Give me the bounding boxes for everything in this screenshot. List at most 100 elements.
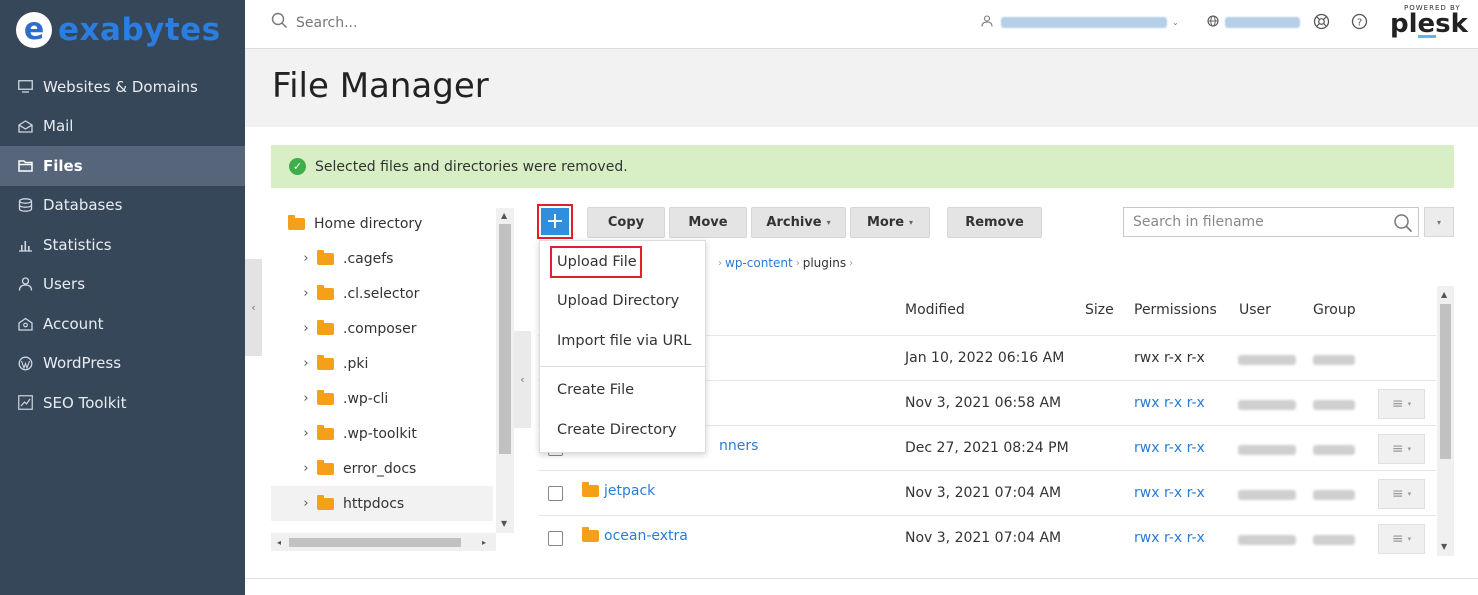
chevron-down-icon: ▾ [909,218,914,227]
scroll-up-icon[interactable]: ▲ [501,211,507,220]
column-header-modified[interactable]: Modified [905,302,965,318]
folder-icon [317,424,334,440]
scroll-left-icon[interactable]: ◂ [277,538,281,547]
sidebar-item-wordpress[interactable]: WordPress [0,344,245,384]
folder-icon [288,214,305,230]
sidebar-item-mail[interactable]: Mail [0,107,245,147]
folder-icon [317,389,334,405]
help-icon[interactable]: ? [1351,13,1368,34]
global-search[interactable]: Search... [271,12,357,33]
tree-item-selected[interactable]: › httpdocs [271,486,493,521]
tree-item-label: .cagefs [343,250,394,267]
tree-item[interactable]: › error_docs [271,451,493,486]
scroll-down-icon[interactable]: ▼ [501,519,507,528]
row-checkbox[interactable] [548,486,563,501]
sidebar-item-databases[interactable]: Databases [0,186,245,226]
sidebar-collapse-handle[interactable]: ‹ [245,259,262,356]
menu-item-upload-file[interactable]: Upload File [557,254,637,270]
seo-chart-icon [16,395,34,411]
chevron-right-icon[interactable]: › [299,461,313,476]
breadcrumb-item-wp-content[interactable]: wp-content [725,256,793,270]
sidebar-item-seo-toolkit[interactable]: SEO Toolkit [0,383,245,423]
database-icon [16,198,34,213]
menu-item-create-directory[interactable]: Create Directory [557,422,677,438]
column-header-permissions[interactable]: Permissions [1134,302,1217,318]
chevron-left-icon: ‹ [520,373,525,386]
move-button[interactable]: Move [669,207,747,238]
move-label: Move [688,215,728,230]
add-button[interactable]: + [537,204,573,239]
column-header-size[interactable]: Size [1085,302,1114,318]
user-menu[interactable]: ⌄ [981,15,1179,30]
chevron-right-icon[interactable]: › [299,321,313,336]
folder-icon [582,527,599,542]
chevron-right-icon[interactable]: › [299,356,313,371]
permissions-link[interactable]: rwx r-x r-x [1134,395,1205,411]
search-icon[interactable] [1393,213,1413,233]
table-vertical-scroll-thumb[interactable] [1440,304,1451,459]
tree-item[interactable]: › .cl.selector [271,276,493,311]
chevron-right-icon[interactable]: › [299,426,313,441]
tree-item-label: .pki [343,355,369,372]
tree-item-home[interactable]: Home directory [271,206,493,241]
file-name-link[interactable]: jetpack [582,482,655,499]
row-actions-button[interactable]: ≡ ▾ [1378,434,1425,464]
folder-icon [317,354,334,370]
filename-search-input[interactable]: Search in filename [1123,207,1419,237]
tree-item[interactable]: › .pki [271,346,493,381]
permissions-link[interactable]: rwx r-x r-x [1134,530,1205,546]
permissions-link[interactable]: rwx r-x r-x [1134,440,1205,456]
group-cell-redacted [1313,533,1355,549]
scroll-right-icon[interactable]: ▸ [482,538,486,547]
tree-item[interactable]: › .wp-cli [271,381,493,416]
sidebar-item-account[interactable]: Account [0,304,245,344]
file-name-link[interactable]: ocean-extra [582,527,688,544]
tree-vertical-scroll-thumb[interactable] [499,224,511,454]
help-community-icon[interactable] [1313,13,1330,34]
table-row[interactable]: ocean-extra Nov 3, 2021 07:04 AM rwx r-x… [538,515,1436,560]
archive-button[interactable]: Archive ▾ [751,207,846,238]
tree-item[interactable]: › .cagefs [271,241,493,276]
group-cell-redacted [1313,443,1355,459]
table-row[interactable]: jetpack Nov 3, 2021 07:04 AM rwx r-x r-x… [538,470,1436,515]
permissions-link[interactable]: rwx r-x r-x [1134,485,1205,501]
search-options-button[interactable]: ▾ [1424,207,1454,237]
chevron-left-icon: ‹ [251,301,256,314]
row-actions-button[interactable]: ≡ ▾ [1378,479,1425,509]
sidebar-item-users[interactable]: Users [0,265,245,305]
user-icon [981,15,993,30]
row-actions-button[interactable]: ≡ ▾ [1378,524,1425,554]
tree-item[interactable]: › .wp-toolkit [271,416,493,451]
row-actions-button[interactable]: ≡ ▾ [1378,389,1425,419]
tree-collapse-handle[interactable]: ‹ [514,331,531,428]
copy-button[interactable]: Copy [587,207,665,238]
sidebar-item-websites-domains[interactable]: Websites & Domains [0,67,245,107]
column-header-group[interactable]: Group [1313,302,1356,318]
menu-item-upload-directory[interactable]: Upload Directory [557,293,679,309]
tree-item-label: error_docs [343,460,417,477]
menu-item-import-url[interactable]: Import file via URL [557,333,691,349]
scroll-down-icon[interactable]: ▼ [1441,542,1447,551]
row-checkbox[interactable] [548,531,563,546]
sidebar-nav: Websites & Domains Mail Files Databases … [0,67,245,423]
chevron-right-icon[interactable]: › [299,251,313,266]
chevron-right-icon[interactable]: › [299,391,313,406]
scroll-up-icon[interactable]: ▲ [1441,290,1447,299]
permissions-cell: rwx r-x r-x [1134,350,1205,366]
tree-horizontal-scroll-thumb[interactable] [289,538,461,547]
chevron-right-icon[interactable]: › [299,286,313,301]
more-button[interactable]: More ▾ [850,207,930,238]
tree-item[interactable]: › .composer [271,311,493,346]
sidebar-item-files[interactable]: Files [0,146,245,186]
hamburger-icon: ≡ [1391,396,1404,412]
column-header-user[interactable]: User [1239,302,1271,318]
menu-item-create-file[interactable]: Create File [557,382,634,398]
filename-search-placeholder: Search in filename [1133,214,1264,230]
chevron-right-icon[interactable]: › [299,496,313,511]
brand-logo[interactable]: e exabytes [0,0,245,60]
remove-button[interactable]: Remove [947,207,1042,238]
check-circle-icon: ✓ [289,158,306,175]
chevron-down-icon: ⌄ [1172,18,1179,27]
sidebar-item-statistics[interactable]: Statistics [0,225,245,265]
subscription-menu[interactable] [1207,15,1300,30]
